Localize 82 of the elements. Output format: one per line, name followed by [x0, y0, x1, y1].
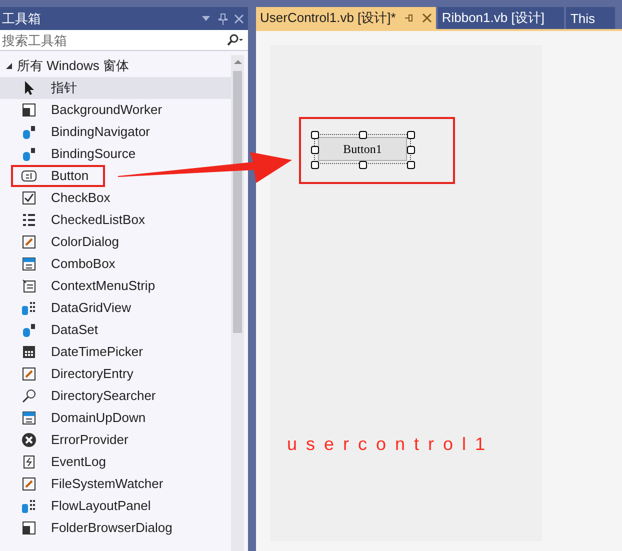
resize-handle[interactable] — [359, 161, 367, 169]
dialog-icon — [21, 366, 37, 382]
item-label: DataGridView — [51, 300, 131, 316]
checkbox-icon — [21, 190, 37, 206]
item-label: 指针 — [51, 80, 77, 96]
toolbox-item[interactable]: DataSet — [0, 319, 114, 341]
toolbox-item[interactable]: FolderBrowserDialog — [0, 517, 188, 539]
toolbox-item[interactable]: DirectoryEntry — [0, 363, 150, 385]
item-label: FlowLayoutPanel — [51, 498, 151, 514]
button-icon — [21, 168, 37, 184]
data-icon — [21, 146, 37, 162]
item-label: DomainUpDown — [51, 410, 146, 426]
data-icon — [21, 322, 37, 338]
toolbox-item[interactable]: ContextMenuStrip — [0, 275, 172, 297]
dialog-icon — [21, 234, 37, 250]
item-label: FolderBrowserDialog — [51, 520, 172, 536]
toolbox-item[interactable]: ColorDialog — [0, 231, 135, 253]
toolbox-item[interactable]: BackgroundWorker — [0, 99, 178, 121]
list-icon — [21, 212, 37, 228]
item-label: DirectorySearcher — [51, 388, 156, 404]
document-tab[interactable]: This — [566, 7, 615, 29]
item-label: EventLog — [51, 454, 106, 470]
close-icon[interactable] — [422, 13, 432, 23]
menu-icon — [21, 278, 37, 294]
item-label: Button — [51, 168, 89, 184]
toolbox-item[interactable]: CheckBox — [0, 187, 126, 209]
toolbox-item[interactable]: FlowLayoutPanel — [0, 495, 167, 517]
document-tab[interactable]: Ribbon1.vb [设计] — [438, 7, 564, 29]
toolbox-item[interactable]: FileSystemWatcher — [0, 473, 180, 495]
item-label: ErrorProvider — [51, 432, 128, 448]
document-tab[interactable]: UserControl1.vb [设计]* — [256, 7, 436, 29]
control-caption: usercontrol1 — [287, 434, 496, 455]
search-field[interactable]: 搜索工具箱 — [0, 30, 248, 51]
combo-icon — [21, 256, 37, 272]
item-label: BackgroundWorker — [51, 102, 162, 118]
toolbox-item[interactable]: BindingSource — [0, 143, 152, 165]
toolbox-item[interactable]: BindingNavigator — [0, 121, 166, 143]
toolbox-item[interactable]: EventLog — [0, 451, 122, 473]
item-label: CheckBox — [51, 190, 110, 206]
grid-icon — [21, 300, 37, 316]
component-icon — [21, 102, 37, 118]
search-input[interactable]: 搜索工具箱 — [2, 32, 226, 48]
pin-icon[interactable] — [218, 12, 228, 24]
combo-icon — [21, 410, 37, 426]
group-header[interactable]: 所有 Windows 窗体 — [0, 55, 231, 77]
toolbox-item[interactable]: ErrorProvider — [0, 429, 144, 451]
error-icon — [21, 432, 37, 448]
toolbox-item[interactable]: DomainUpDown — [0, 407, 162, 429]
item-label: DataSet — [51, 322, 98, 338]
toolbox-item[interactable]: Button — [0, 165, 105, 187]
item-label: DateTimePicker — [51, 344, 143, 360]
resize-handle[interactable] — [359, 131, 367, 139]
pin-icon[interactable] — [404, 13, 414, 23]
item-label: DirectoryEntry — [51, 366, 134, 382]
toolbox-item[interactable]: DataGridView — [0, 297, 147, 319]
item-label: FileSystemWatcher — [51, 476, 164, 492]
collapse-icon[interactable] — [5, 62, 13, 70]
toolbox-item[interactable]: CheckedListBox — [0, 209, 161, 231]
log-icon — [21, 454, 37, 470]
item-label: BindingNavigator — [51, 124, 150, 140]
panel-title: 工具箱 — [2, 10, 42, 28]
component-icon — [21, 520, 37, 536]
close-icon[interactable] — [234, 14, 244, 24]
scrollbar[interactable] — [231, 55, 244, 551]
item-label: CheckedListBox — [51, 212, 145, 228]
dialog-icon — [21, 476, 37, 492]
item-label: ContextMenuStrip — [51, 278, 156, 294]
grid-icon — [21, 498, 37, 514]
dropdown-icon[interactable] — [202, 16, 210, 21]
item-label: ComboBox — [51, 256, 116, 272]
item-label: ColorDialog — [51, 234, 119, 250]
toolbox-item[interactable]: ComboBox — [0, 253, 132, 275]
data-icon — [21, 124, 37, 140]
search-icon — [21, 388, 37, 404]
toolbox-item[interactable]: DateTimePicker — [0, 341, 159, 363]
form-button[interactable]: Button1 — [318, 137, 407, 161]
calendar-icon — [21, 344, 37, 360]
search-icon[interactable] — [226, 34, 244, 46]
toolbox-item[interactable]: DirectorySearcher — [0, 385, 172, 407]
toolbox-item[interactable]: 指针 — [0, 77, 231, 99]
scroll-up-icon[interactable] — [234, 59, 242, 65]
item-label: BindingSource — [51, 146, 136, 162]
